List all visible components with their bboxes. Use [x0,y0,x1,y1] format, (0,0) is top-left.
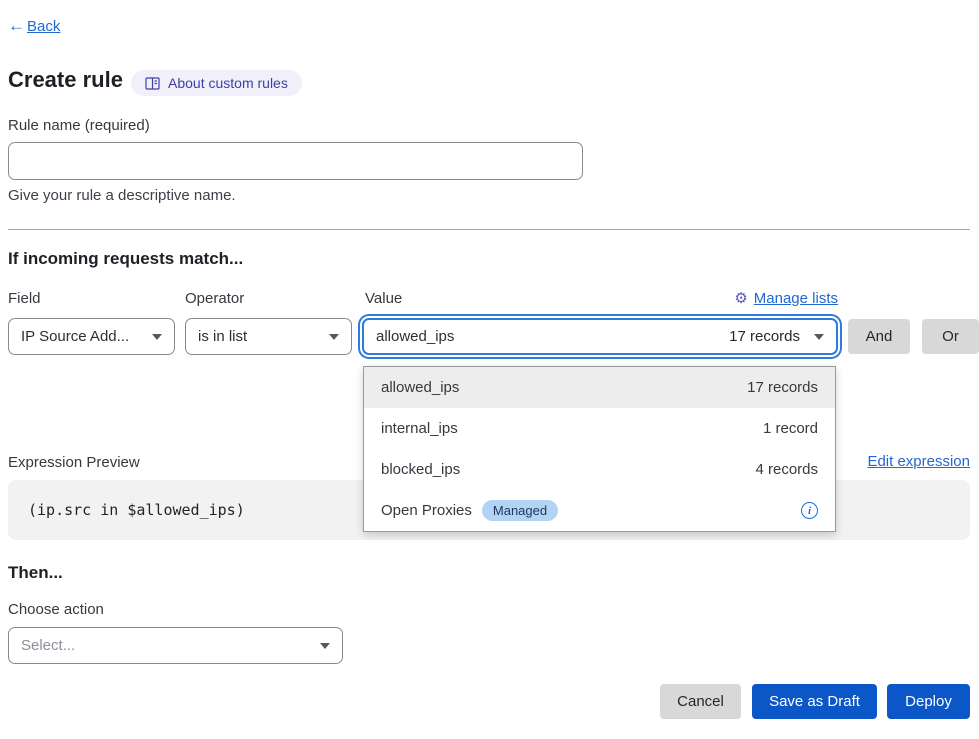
list-item-records: 1 record [763,420,818,437]
choose-action-label: Choose action [8,601,104,618]
manage-lists-label[interactable]: Manage lists [754,290,838,307]
operator-label: Operator [185,290,244,307]
rule-name-help-text: Give your rule a descriptive name. [8,187,236,204]
list-item-name: allowed_ips [381,379,747,396]
chevron-down-icon [320,643,330,649]
list-item-name: blocked_ips [381,461,755,478]
field-select[interactable]: IP Source Add... [8,318,175,355]
and-button[interactable]: And [848,319,910,354]
list-item-name: Open Proxies [381,502,472,519]
value-select-records: 17 records [729,328,800,345]
section-divider [8,229,970,230]
list-item-blocked-ips[interactable]: blocked_ips 4 records [364,449,835,490]
gear-icon: ⚙ [734,289,747,307]
rule-name-input[interactable] [8,142,583,180]
rule-name-label: Rule name (required) [8,117,150,134]
edit-expression-link[interactable]: Edit expression [867,453,970,470]
back-link-label[interactable]: Back [27,18,60,35]
operator-select-value: is in list [198,328,329,345]
expression-preview-label: Expression Preview [8,454,140,471]
save-as-draft-button[interactable]: Save as Draft [752,684,877,719]
create-rule-page: ← Back Create rule About custom rules Ru… [0,0,979,739]
info-icon[interactable]: i [801,502,818,519]
list-item-records: 17 records [747,379,818,396]
field-label: Field [8,290,41,307]
list-item-allowed-ips[interactable]: allowed_ips 17 records [364,367,835,408]
then-section-heading: Then... [8,563,63,583]
operator-select[interactable]: is in list [185,318,352,355]
about-custom-rules-label: About custom rules [168,75,288,91]
cancel-button[interactable]: Cancel [660,684,741,719]
about-custom-rules-link[interactable]: About custom rules [131,70,302,96]
or-button[interactable]: Or [922,319,979,354]
list-item-open-proxies[interactable]: Open Proxies Managed i [364,490,835,531]
match-section-heading: If incoming requests match... [8,249,243,269]
chevron-down-icon [329,334,339,340]
back-link[interactable]: ← Back [8,16,60,36]
page-title: Create rule [8,67,123,93]
list-item-internal-ips[interactable]: internal_ips 1 record [364,408,835,449]
value-label: Value [365,290,402,307]
expression-code: (ip.src in $allowed_ips) [28,501,245,519]
action-select[interactable]: Select... [8,627,343,664]
chevron-down-icon [814,334,824,340]
list-item-records: 4 records [755,461,818,478]
action-select-placeholder: Select... [21,637,320,654]
value-select-value: allowed_ips [376,328,729,345]
book-icon [145,77,160,90]
field-select-value: IP Source Add... [21,328,152,345]
value-select[interactable]: allowed_ips 17 records [362,318,838,355]
deploy-button[interactable]: Deploy [887,684,970,719]
manage-lists-link[interactable]: ⚙ Manage lists [734,289,838,307]
list-item-name: internal_ips [381,420,763,437]
back-arrow-icon: ← [8,16,25,36]
managed-badge: Managed [482,500,558,521]
chevron-down-icon [152,334,162,340]
lists-dropdown: allowed_ips 17 records internal_ips 1 re… [363,366,836,532]
